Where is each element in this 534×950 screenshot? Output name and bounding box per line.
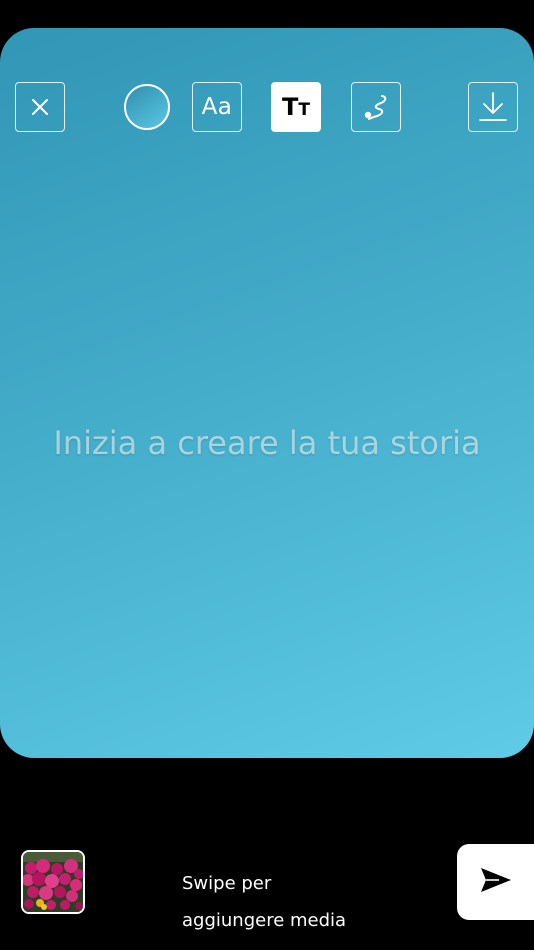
story-placeholder-text[interactable]: Inizia a creare la tua storia: [0, 424, 534, 462]
swipe-hint-line2: aggiungere media: [182, 910, 347, 931]
send-icon: [479, 866, 513, 899]
close-icon: [31, 98, 49, 116]
bottom-bar: Swipe per aggiungere media: [0, 758, 534, 950]
draw-button[interactable]: [351, 82, 401, 132]
text-style-button[interactable]: TT: [271, 82, 321, 132]
swipe-hint: Swipe per aggiungere media: [182, 865, 346, 939]
editor-toolbar: Aa TT: [0, 82, 534, 134]
squiggle-draw-icon: [360, 91, 392, 123]
download-button[interactable]: [468, 82, 518, 132]
background-color-button[interactable]: [124, 84, 170, 130]
close-button[interactable]: [15, 82, 65, 132]
download-icon: [478, 90, 508, 124]
flowers-thumbnail-image: [23, 852, 83, 912]
swipe-hint-line1: Swipe per: [182, 873, 272, 894]
gallery-thumbnail-button[interactable]: [21, 850, 85, 914]
story-canvas[interactable]: Aa TT Inizia a creare la tua storia: [0, 28, 534, 758]
story-editor-screen: Aa TT Inizia a creare la tua storia Swip…: [0, 0, 534, 950]
font-button[interactable]: Aa: [192, 82, 242, 132]
send-button[interactable]: [457, 844, 534, 920]
text-style-label: TT: [282, 93, 310, 121]
font-button-label: Aa: [201, 94, 233, 120]
